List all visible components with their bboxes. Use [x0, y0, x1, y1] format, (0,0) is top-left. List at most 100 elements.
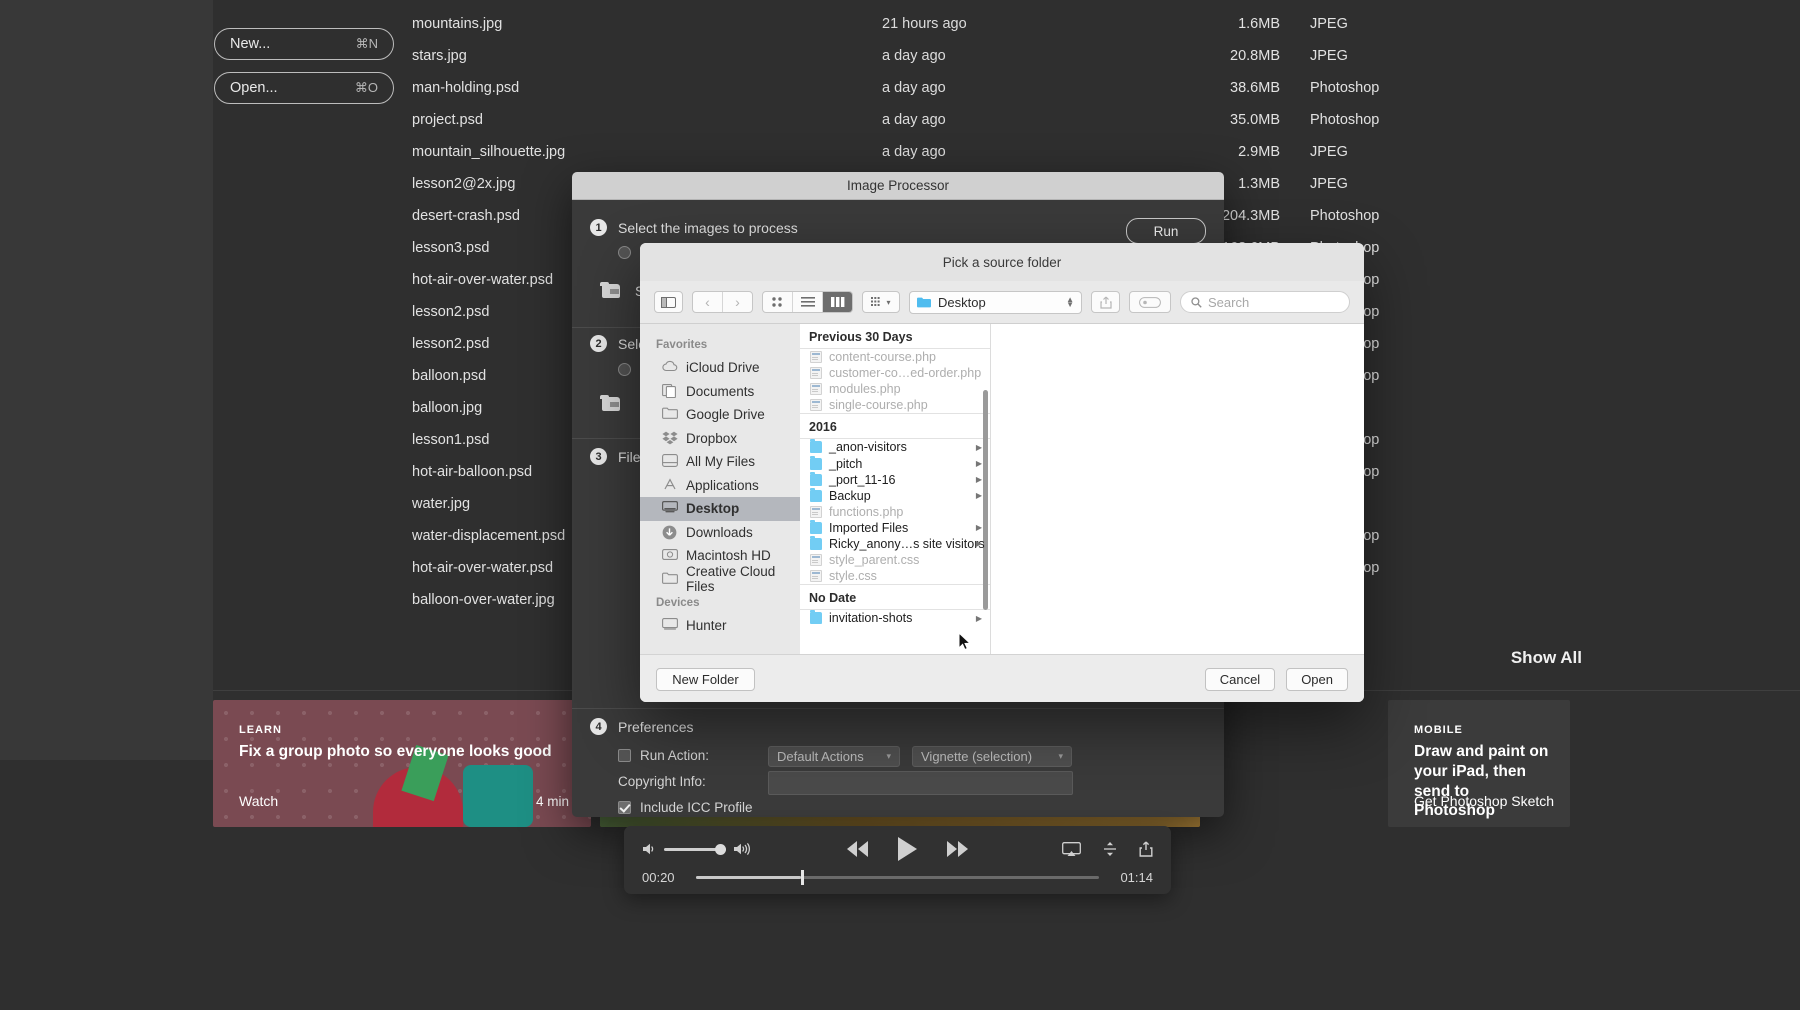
- file-list-item[interactable]: _anon-visitors ▶: [800, 439, 990, 455]
- sidebar-item-documents[interactable]: Documents: [640, 380, 800, 404]
- image-processor-titlebar: Image Processor: [572, 172, 1224, 200]
- recent-file-row[interactable]: stars.jpg a day ago: [412, 40, 1172, 72]
- recent-file-row[interactable]: man-holding.psd a day ago: [412, 72, 1172, 104]
- sidebar-item-icloud-drive[interactable]: iCloud Drive: [640, 356, 800, 380]
- file-list-item[interactable]: style.css: [800, 568, 990, 584]
- action-name-select[interactable]: Vignette (selection) ▾: [912, 746, 1072, 767]
- file-list-item[interactable]: invitation-shots ▶: [800, 610, 990, 626]
- run-button[interactable]: Run: [1126, 218, 1206, 244]
- copyright-input[interactable]: [768, 771, 1073, 795]
- sidebar-item-google-drive[interactable]: Google Drive: [640, 403, 800, 427]
- column-view-icon[interactable]: [823, 292, 852, 312]
- recent-file-size: 2.9MB: [1238, 144, 1280, 160]
- use-open-images-radio[interactable]: [618, 246, 631, 259]
- learn-card[interactable]: LEARN Fix a group photo so everyone look…: [213, 700, 591, 827]
- folder-icon: [600, 282, 624, 300]
- sidebar-section-header: Favorites: [656, 339, 708, 351]
- show-all-link[interactable]: Show All: [1511, 648, 1582, 668]
- sidebar-item-hunter[interactable]: Hunter: [640, 614, 800, 638]
- recent-file-row[interactable]: mountains.jpg 21 hours ago: [412, 8, 1172, 40]
- path-popup-button[interactable]: Desktop ▲ ▼: [909, 290, 1082, 314]
- view-mode-group[interactable]: [762, 291, 853, 313]
- folder-icon: [810, 471, 822, 486]
- file-list-item[interactable]: single-course.php: [800, 397, 990, 413]
- file-list-item[interactable]: customer-co…ed-order.php: [800, 365, 990, 381]
- action-set-select[interactable]: Default Actions ▾: [768, 746, 900, 767]
- file-list-item[interactable]: Imported Files ▶: [800, 519, 990, 536]
- cancel-button[interactable]: Cancel: [1204, 668, 1276, 691]
- recent-file-row[interactable]: mountain_silhouette.jpg a day ago: [412, 136, 1172, 168]
- recent-file-meta-row: 20.8MB JPEG: [1150, 40, 1570, 72]
- finder-column-desktop[interactable]: Previous 30 Days content-course.php custom…: [800, 324, 991, 654]
- include-icc-checkbox[interactable]: [618, 801, 631, 814]
- new-document-button[interactable]: New... ⌘N: [214, 28, 394, 60]
- new-folder-button[interactable]: New Folder: [656, 668, 755, 691]
- list-view-icon[interactable]: [793, 292, 823, 312]
- file-name: modules.php: [829, 382, 901, 397]
- open-document-button[interactable]: Open... ⌘O: [214, 72, 394, 104]
- sidebar-item-applications[interactable]: Applications: [640, 474, 800, 498]
- search-input[interactable]: Search: [1180, 291, 1350, 313]
- recent-file-size: 35.0MB: [1230, 112, 1280, 128]
- volume-control[interactable]: [642, 842, 753, 856]
- disclosure-arrow-icon[interactable]: ▶: [976, 459, 982, 468]
- sidebar-toggle-icon[interactable]: [654, 291, 683, 313]
- scrub-handle[interactable]: [800, 869, 804, 885]
- file-list-item[interactable]: style_parent.css: [800, 552, 990, 568]
- recent-file-meta-row: 1.6MB JPEG: [1150, 8, 1570, 40]
- share-icon[interactable]: [1091, 291, 1120, 313]
- share-icon[interactable]: [1139, 841, 1153, 857]
- mobile-card-category: MOBILE: [1414, 724, 1463, 736]
- file-list-item[interactable]: content-course.php: [800, 349, 990, 365]
- disclosure-arrow-icon[interactable]: ▶: [976, 475, 982, 484]
- file-list-item[interactable]: modules.php: [800, 381, 990, 397]
- stepper-icon[interactable]: ▲ ▼: [1066, 296, 1074, 309]
- open-button[interactable]: Open: [1286, 668, 1348, 691]
- run-action-option[interactable]: Run Action:: [618, 748, 709, 763]
- scrub-bar[interactable]: [696, 869, 1099, 885]
- file-list-item[interactable]: _pitch ▶: [800, 455, 990, 471]
- sidebar-item-creative-cloud-files[interactable]: Creative Cloud Files: [640, 564, 800, 594]
- disclosure-arrow-icon[interactable]: ▶: [976, 443, 982, 452]
- rewind-icon[interactable]: [847, 841, 868, 857]
- file-list-item[interactable]: _port_11-16 ▶: [800, 471, 990, 488]
- file-list-item[interactable]: functions.php: [800, 504, 990, 520]
- learn-card-action[interactable]: Watch: [239, 793, 278, 809]
- disclosure-arrow-icon[interactable]: ▶: [976, 491, 982, 500]
- arrange-icon[interactable]: ▾: [862, 291, 900, 313]
- airplay-icon[interactable]: [1062, 841, 1081, 857]
- recent-file-row[interactable]: cloud-displacement.psd15 hours ago: [412, 0, 1172, 8]
- navigation-buttons[interactable]: ‹ ›: [692, 291, 753, 313]
- recent-file-name: man-holding.psd: [412, 80, 520, 96]
- play-icon[interactable]: [898, 837, 917, 861]
- select-destination-folder-button[interactable]: [600, 395, 624, 413]
- back-icon[interactable]: ‹: [693, 292, 723, 312]
- mobile-card[interactable]: MOBILE Draw and paint on your iPad, then…: [1388, 700, 1570, 827]
- finder-sidebar[interactable]: Favorites iCloud Drive Documents Google Dri…: [640, 324, 800, 654]
- fullscreen-icon[interactable]: [1103, 841, 1117, 857]
- forward-icon[interactable]: ›: [723, 292, 752, 312]
- volume-slider[interactable]: [664, 843, 726, 855]
- recent-file-name: project.psd: [412, 112, 483, 128]
- disclosure-arrow-icon[interactable]: ▶: [976, 523, 982, 532]
- cloud-icon: [662, 360, 678, 375]
- include-icc-option[interactable]: Include ICC Profile: [618, 800, 753, 815]
- disclosure-arrow-icon[interactable]: ▶: [976, 614, 982, 623]
- disclosure-arrow-icon[interactable]: ▶: [976, 539, 982, 548]
- sidebar-item-downloads[interactable]: Downloads: [640, 521, 800, 545]
- file-list-item[interactable]: Ricky_anony…s site visitors ▶: [800, 535, 990, 552]
- volume-slider-knob[interactable]: [715, 843, 726, 855]
- icon-view-icon[interactable]: [763, 292, 793, 312]
- save-same-location-radio[interactable]: [618, 363, 631, 376]
- mobile-card-action[interactable]: Get Photoshop Sketch: [1414, 793, 1554, 809]
- player-scrub-row: 00:20 01:14: [642, 866, 1153, 888]
- sidebar-item-desktop[interactable]: Desktop: [640, 497, 800, 521]
- step-4: 4 Preferences: [590, 718, 693, 735]
- tag-icon[interactable]: [1129, 291, 1171, 313]
- recent-file-row[interactable]: project.psd a day ago: [412, 104, 1172, 136]
- fast-forward-icon[interactable]: [947, 841, 968, 857]
- file-list-item[interactable]: Backup ▶: [800, 487, 990, 504]
- run-action-checkbox[interactable]: [618, 749, 631, 762]
- sidebar-item-dropbox[interactable]: Dropbox: [640, 427, 800, 451]
- sidebar-item-all-my-files[interactable]: All My Files: [640, 450, 800, 474]
